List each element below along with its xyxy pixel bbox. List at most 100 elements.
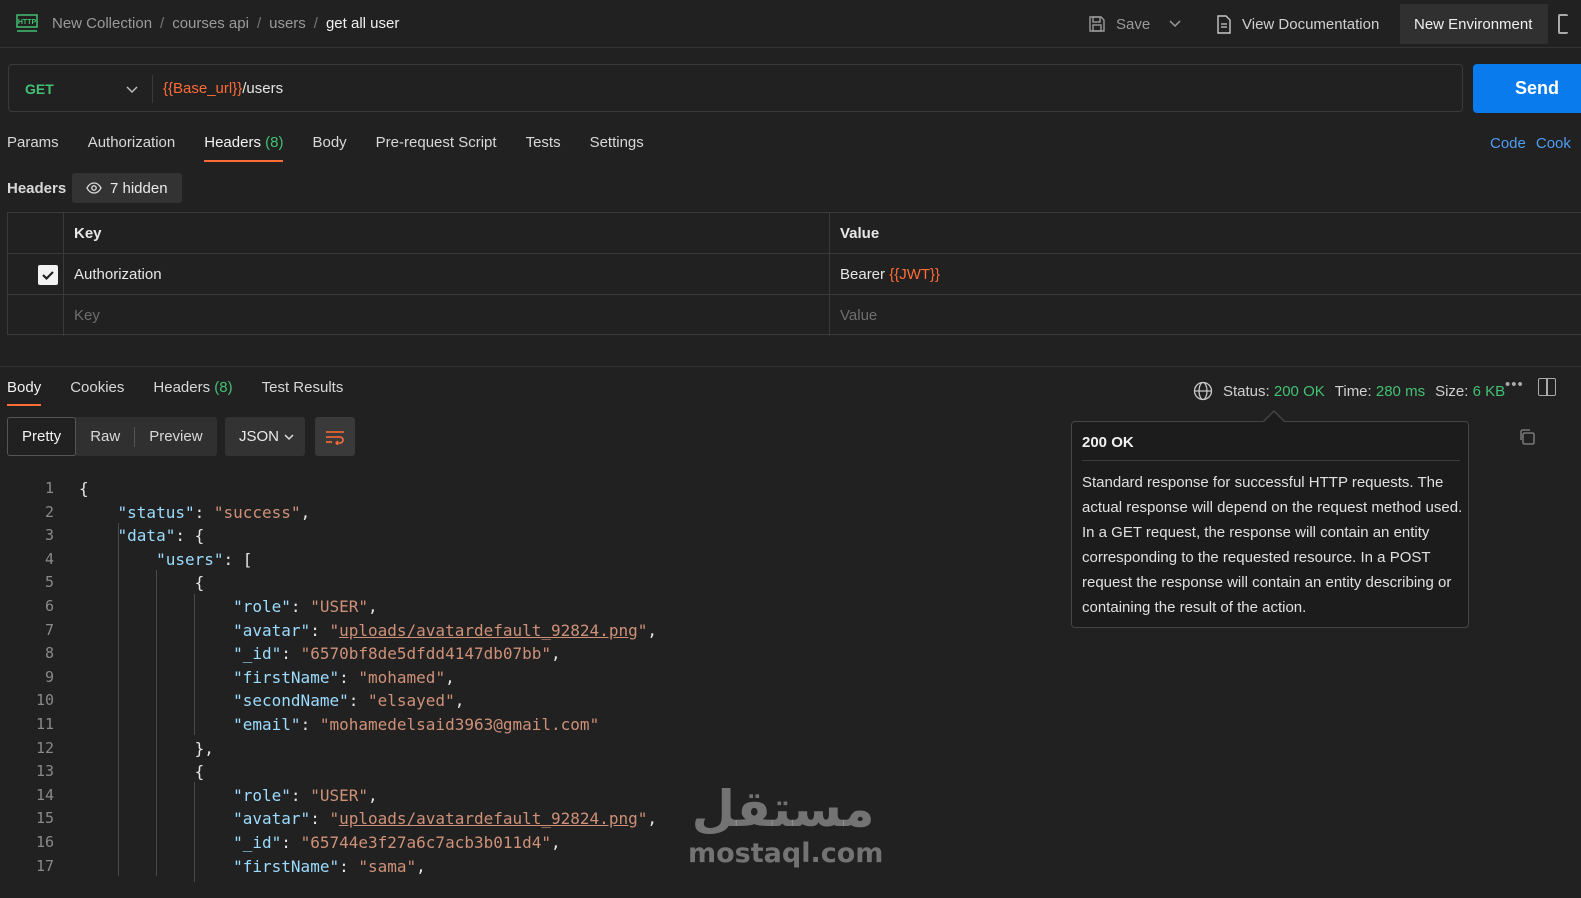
- tooltip-body: Standard response for successful HTTP re…: [1082, 474, 1463, 616]
- environment-label: New Environment: [1414, 15, 1533, 33]
- top-bar: HTTP New Collection / courses api / users / ge…: [0, 0, 1581, 48]
- time-value[interactable]: 280 ms: [1376, 383, 1425, 400]
- code-line: 17 "firstName": "sama",: [35, 856, 426, 876]
- breadcrumb-folder[interactable]: courses api: [172, 15, 249, 32]
- method-select[interactable]: GET: [25, 81, 54, 97]
- tab-params[interactable]: Params: [7, 134, 59, 164]
- code-line: 6 "role": "USER",: [44, 596, 378, 616]
- hidden-headers-toggle[interactable]: 7 hidden: [72, 173, 182, 203]
- header-enabled-checkbox[interactable]: [38, 265, 58, 285]
- response-tab-test-results[interactable]: Test Results: [262, 379, 344, 409]
- eye-icon: [86, 182, 102, 194]
- response-tab-headers[interactable]: Headers (8): [153, 379, 232, 409]
- more-options-icon[interactable]: •••: [1505, 376, 1524, 393]
- new-value-input[interactable]: Value: [840, 307, 877, 324]
- format-select[interactable]: JSON: [225, 417, 305, 456]
- view-pretty-button[interactable]: Pretty: [7, 417, 77, 456]
- table-header-row: Key Value: [8, 213, 1581, 254]
- response-tab-headers-count: (8): [214, 379, 233, 396]
- send-button[interactable]: Send: [1473, 64, 1581, 113]
- environment-selector[interactable]: New Environment: [1400, 4, 1548, 44]
- header-value-prefix: Bearer: [840, 266, 890, 283]
- view-preview-button[interactable]: Preview: [135, 417, 216, 456]
- table-row: Authorization Bearer {{JWT}}: [8, 254, 1581, 295]
- header-value-input[interactable]: Bearer {{JWT}}: [840, 266, 940, 283]
- chevron-down-icon[interactable]: [125, 82, 139, 96]
- status-value[interactable]: 200 OK: [1274, 383, 1325, 400]
- status-label: Status:: [1223, 382, 1270, 400]
- globe-icon[interactable]: [1193, 381, 1213, 401]
- format-label: JSON: [239, 428, 280, 445]
- watermark-latin: mostaql.com: [688, 838, 884, 869]
- size-value[interactable]: 6 KB: [1473, 383, 1506, 400]
- code-line: 8 "_id": "6570bf8de5dfdd4147db07bb",: [44, 644, 561, 664]
- code-line: 10 "secondName": "elsayed",: [35, 691, 465, 711]
- code-line: 13 {: [35, 762, 205, 782]
- code-line: 15 "avatar": "uploads/avatardefault_9282…: [35, 809, 657, 829]
- url-input[interactable]: {{Base_url}}/users: [163, 80, 283, 97]
- code-line: 12 },: [35, 738, 214, 758]
- key-column-header: Key: [74, 225, 102, 242]
- response-body-editor[interactable]: 1{ 2 "status": "success", 3 "data": { 4 …: [0, 477, 1070, 878]
- wrap-lines-icon: [326, 430, 344, 445]
- wrap-lines-button[interactable]: [315, 417, 355, 456]
- avatar-link[interactable]: uploads/avatardefault_92824.png: [339, 621, 638, 640]
- code-line: 14 "role": "USER",: [35, 785, 378, 805]
- tab-settings[interactable]: Settings: [590, 134, 644, 164]
- tab-authorization[interactable]: Authorization: [88, 134, 176, 164]
- value-column-header: Value: [840, 225, 880, 242]
- response-tab-cookies[interactable]: Cookies: [70, 379, 124, 409]
- cookies-link[interactable]: Cook: [1536, 135, 1571, 152]
- view-raw-button[interactable]: Raw: [76, 417, 134, 456]
- response-tab-body[interactable]: Body: [7, 379, 42, 409]
- check-icon: [42, 271, 54, 281]
- watermark-logo: مستقل mostaql.com: [688, 778, 884, 869]
- chevron-down-icon: [284, 433, 294, 440]
- breadcrumb-request[interactable]: get all user: [326, 15, 399, 32]
- tab-pre-request-script[interactable]: Pre-request Script: [376, 134, 497, 164]
- tab-headers-count: (8): [265, 134, 284, 151]
- breadcrumb-subfolder[interactable]: users: [269, 15, 306, 32]
- svg-text:HTTP: HTTP: [18, 19, 37, 26]
- response-meta: Status: 200 OK Time: 280 ms Size: 6 KB: [1193, 381, 1515, 401]
- response-tab-headers-label: Headers: [153, 379, 211, 396]
- header-key-input[interactable]: Authorization: [74, 266, 162, 283]
- code-link[interactable]: Code: [1490, 135, 1526, 152]
- new-key-input[interactable]: Key: [74, 307, 100, 324]
- code-line: 9 "firstName": "mohamed",: [44, 667, 455, 687]
- tooltip-arrow: [1264, 412, 1284, 422]
- code-line: 5 {: [44, 573, 205, 593]
- code-line: 2 "status": "success",: [44, 502, 311, 522]
- tab-headers[interactable]: Headers (8): [204, 134, 284, 164]
- tab-body[interactable]: Body: [312, 134, 346, 164]
- size-label: Size:: [1435, 382, 1469, 400]
- copy-icon[interactable]: [1518, 428, 1536, 446]
- header-value-variable: {{JWT}}: [889, 266, 941, 283]
- tab-tests[interactable]: Tests: [526, 134, 561, 164]
- view-documentation-button[interactable]: View Documentation: [1216, 0, 1379, 48]
- view-documentation-label: View Documentation: [1242, 15, 1380, 33]
- chevron-down-icon[interactable]: [1168, 16, 1182, 30]
- watermark-arabic: مستقل: [691, 780, 875, 838]
- side-links: Code Cook: [1490, 135, 1581, 152]
- status-tooltip: 200 OK Standard response for successful …: [1071, 421, 1469, 628]
- avatar-link[interactable]: uploads/avatardefault_92824.png: [339, 809, 638, 828]
- tab-headers-label: Headers: [204, 134, 261, 151]
- document-icon: [1217, 14, 1231, 34]
- time-label: Time:: [1334, 382, 1372, 400]
- divider: [1082, 460, 1460, 461]
- code-line: 1{: [44, 479, 89, 498]
- save-button[interactable]: Save: [1088, 0, 1150, 48]
- divider: [0, 366, 1581, 367]
- environment-quick-look-icon[interactable]: [1558, 14, 1568, 34]
- breadcrumb: New Collection / courses api / users / get all…: [52, 15, 400, 32]
- hidden-headers-label: 7 hidden: [110, 179, 168, 197]
- response-tabs: Body Cookies Headers (8) Test Results: [7, 379, 372, 409]
- layout-toggle-icon[interactable]: [1538, 378, 1556, 396]
- view-mode-group: Pretty Raw Preview: [7, 417, 217, 456]
- code-line: 16 "_id": "65744e3f27a6c7acb3b011d4",: [35, 832, 561, 852]
- save-label: Save: [1116, 15, 1151, 33]
- breadcrumb-collection[interactable]: New Collection: [52, 15, 152, 32]
- url-path: /users: [242, 80, 284, 97]
- table-row: Key Value: [8, 295, 1581, 336]
